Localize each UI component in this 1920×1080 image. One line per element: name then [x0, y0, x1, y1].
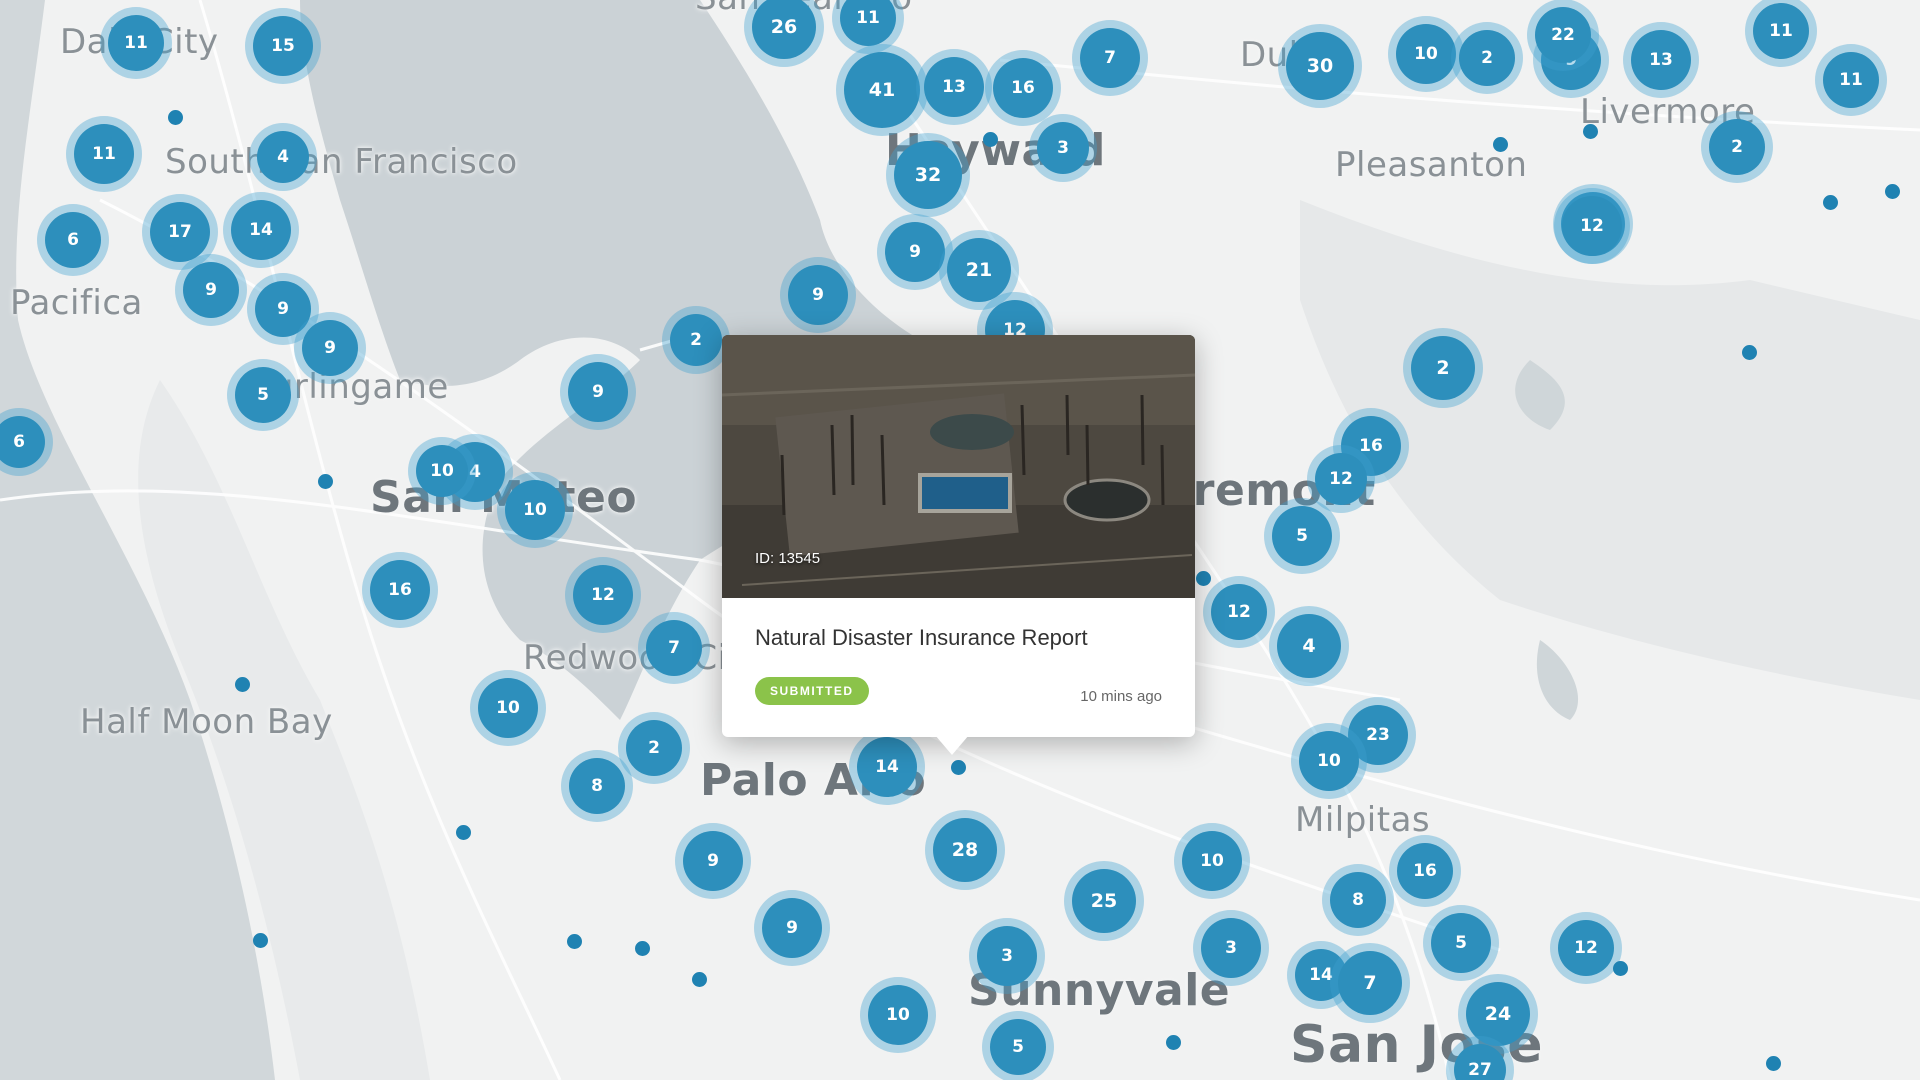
point-marker[interactable] — [1583, 124, 1598, 139]
report-popup[interactable]: ID: 13545 Natural Disaster Insurance Rep… — [722, 335, 1195, 737]
cluster-marker[interactable]: 14 — [857, 737, 917, 797]
cluster-marker[interactable]: 5 — [990, 1019, 1046, 1075]
point-marker[interactable] — [235, 677, 250, 692]
cluster-marker[interactable]: 4 — [1277, 614, 1341, 678]
cluster-marker[interactable]: 10 — [1182, 831, 1242, 891]
point-marker[interactable] — [1885, 184, 1900, 199]
cluster-marker[interactable]: 11 — [108, 15, 164, 71]
popup-pointer — [935, 735, 969, 755]
point-marker[interactable] — [1766, 1056, 1781, 1071]
point-marker[interactable] — [1823, 195, 1838, 210]
cluster-marker[interactable]: 12 — [1558, 920, 1614, 976]
cluster-marker[interactable]: 11 — [74, 124, 134, 184]
point-marker[interactable] — [951, 760, 966, 775]
report-title[interactable]: Natural Disaster Insurance Report — [755, 625, 1088, 651]
cluster-marker[interactable]: 5 — [1272, 506, 1332, 566]
status-badge: SUBMITTED — [755, 677, 869, 705]
point-marker[interactable] — [168, 110, 183, 125]
cluster-marker[interactable]: 13 — [924, 57, 984, 117]
cluster-marker[interactable]: 3 — [1201, 918, 1261, 978]
cluster-marker[interactable]: 11 — [1753, 3, 1809, 59]
cluster-marker[interactable]: 6 — [45, 212, 101, 268]
place-label: South San Francisco — [165, 142, 518, 182]
cluster-marker[interactable]: 10 — [416, 445, 468, 497]
cluster-marker[interactable]: 11 — [1823, 52, 1879, 108]
cluster-marker[interactable]: 10 — [1299, 731, 1359, 791]
point-marker[interactable] — [1742, 345, 1757, 360]
cluster-marker[interactable]: 9 — [568, 362, 628, 422]
cluster-marker[interactable]: 32 — [894, 141, 962, 209]
cluster-marker[interactable]: 8 — [569, 758, 625, 814]
cluster-marker[interactable]: 13 — [1631, 30, 1691, 90]
cluster-marker[interactable]: 9 — [885, 222, 945, 282]
cluster-marker[interactable]: 7 — [646, 620, 702, 676]
report-timestamp: 10 mins ago — [1080, 688, 1162, 705]
cluster-marker[interactable]: 3 — [1037, 122, 1089, 174]
cluster-marker[interactable]: 14 — [231, 200, 291, 260]
cluster-marker[interactable]: 12 — [573, 565, 633, 625]
cluster-marker[interactable]: 17 — [150, 202, 210, 262]
cluster-marker[interactable]: 2 — [1411, 336, 1475, 400]
cluster-marker[interactable]: 9 — [683, 831, 743, 891]
cluster-marker[interactable]: 5 — [235, 367, 291, 423]
point-marker[interactable] — [456, 825, 471, 840]
point-marker[interactable] — [692, 972, 707, 987]
cluster-marker[interactable]: 10 — [478, 678, 538, 738]
cluster-marker[interactable]: 15 — [253, 16, 313, 76]
cluster-marker[interactable]: 2 — [670, 314, 722, 366]
cluster-marker[interactable]: 2 — [1709, 119, 1765, 175]
point-marker[interactable] — [1196, 571, 1211, 586]
cluster-marker[interactable]: 9 — [762, 898, 822, 958]
cluster-marker[interactable]: 3 — [977, 926, 1037, 986]
cluster-marker[interactable]: 16 — [1397, 843, 1453, 899]
point-marker[interactable] — [635, 941, 650, 956]
point-marker[interactable] — [1166, 1035, 1181, 1050]
cluster-marker[interactable]: 21 — [947, 238, 1011, 302]
cluster-marker[interactable]: 30 — [1286, 32, 1354, 100]
cluster-marker[interactable]: 16 — [993, 58, 1053, 118]
cluster-marker[interactable]: 2 — [1459, 30, 1515, 86]
point-marker[interactable] — [983, 132, 998, 147]
cluster-marker[interactable]: 28 — [933, 818, 997, 882]
point-marker[interactable] — [318, 474, 333, 489]
point-marker[interactable] — [253, 933, 268, 948]
cluster-marker[interactable]: 16 — [370, 560, 430, 620]
point-marker[interactable] — [567, 934, 582, 949]
point-marker[interactable] — [1493, 137, 1508, 152]
cluster-marker[interactable]: 8 — [1330, 872, 1386, 928]
cluster-marker[interactable]: 22 — [1535, 7, 1591, 63]
cluster-marker[interactable]: 10 — [1396, 24, 1456, 84]
report-id: ID: 13545 — [755, 550, 821, 567]
cluster-marker[interactable]: 25 — [1072, 869, 1136, 933]
place-label: Pacifica — [10, 283, 143, 323]
cluster-marker[interactable]: 4 — [257, 131, 309, 183]
cluster-marker[interactable]: 12 — [1562, 196, 1622, 256]
cluster-marker[interactable]: 10 — [505, 480, 565, 540]
point-marker[interactable] — [1613, 961, 1628, 976]
cluster-marker[interactable]: 10 — [868, 985, 928, 1045]
cluster-marker[interactable]: 9 — [255, 281, 311, 337]
cluster-marker[interactable]: 5 — [1431, 913, 1491, 973]
cluster-marker[interactable]: 7 — [1338, 951, 1402, 1015]
cluster-marker[interactable]: 9 — [183, 262, 239, 318]
cluster-marker[interactable]: 24 — [1466, 982, 1530, 1046]
cluster-marker[interactable]: 7 — [1080, 28, 1140, 88]
report-photo[interactable]: ID: 13545 — [722, 335, 1195, 598]
cluster-marker[interactable]: 9 — [788, 265, 848, 325]
cluster-marker[interactable]: 12 — [1315, 453, 1367, 505]
cluster-marker[interactable]: 41 — [844, 52, 920, 128]
place-label: Half Moon Bay — [80, 702, 333, 742]
cluster-marker[interactable]: 12 — [1211, 584, 1267, 640]
cluster-marker[interactable]: 2 — [626, 720, 682, 776]
cluster-marker[interactable]: 9 — [302, 320, 358, 376]
place-label: Milpitas — [1295, 800, 1431, 840]
